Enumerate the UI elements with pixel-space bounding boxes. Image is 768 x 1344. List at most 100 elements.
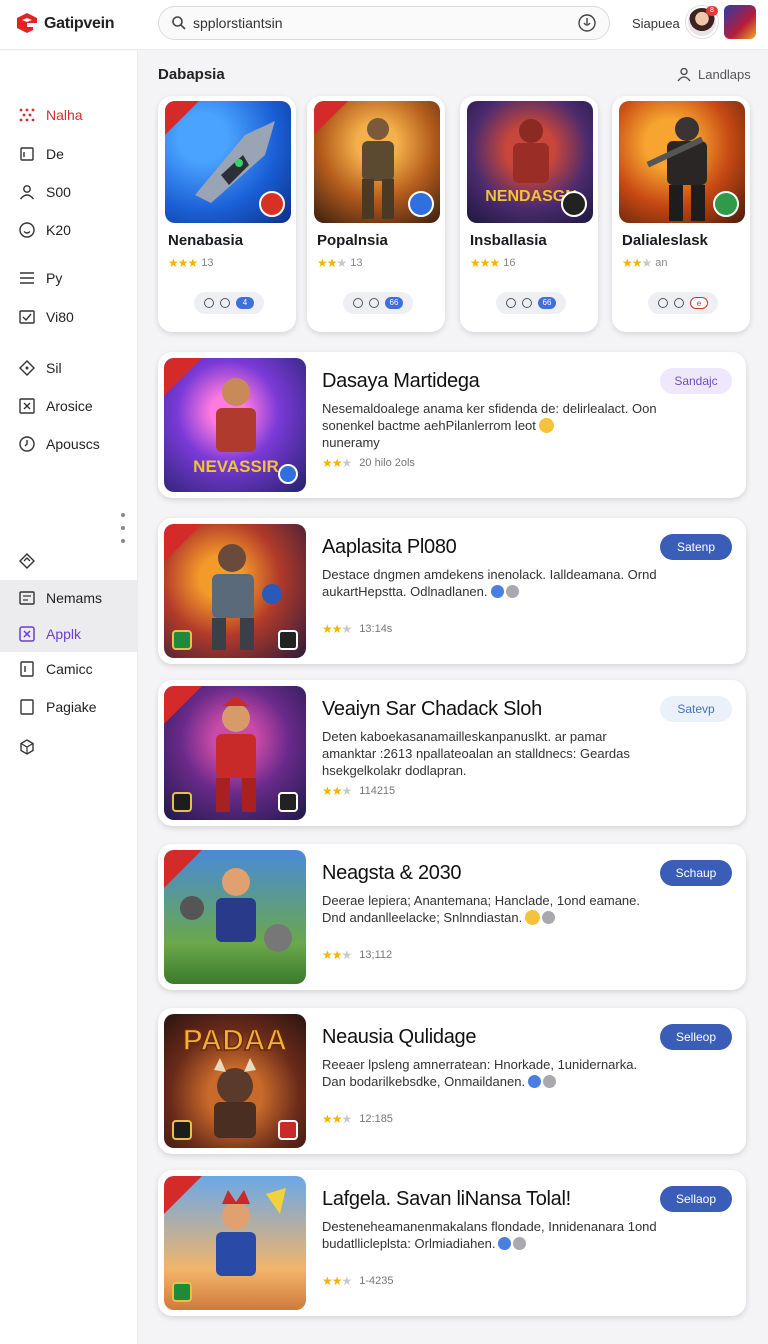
page-icon: [20, 699, 34, 715]
game-thumbnail: [314, 101, 440, 223]
description-text: Desteneheamanenmakalans flondade, Innide…: [322, 1219, 657, 1251]
card-action-button[interactable]: Selleop: [660, 1024, 732, 1050]
bookmark-icon: [20, 661, 34, 677]
grid-dots-icon: [19, 108, 35, 122]
sidebar-item-label: Py: [46, 270, 63, 286]
game-title: Veaiyn Sar Chadack Sloh: [322, 698, 542, 720]
voice-search-icon[interactable]: [577, 13, 597, 33]
more-options-icon[interactable]: [120, 511, 126, 545]
star-rating-icon: ★★★: [322, 1112, 352, 1126]
action-pill[interactable]: 4: [194, 292, 264, 314]
sidebar-item-cube[interactable]: [0, 729, 137, 765]
sidebar-item-label: Sil: [46, 360, 62, 376]
app-logo[interactable]: Gatipvein: [14, 11, 115, 37]
sidebar-item-camicc[interactable]: Camicc: [0, 651, 137, 687]
sidebar-item-applk[interactable]: Applk: [0, 616, 137, 652]
rating: ★★★ 16: [470, 256, 516, 270]
section-link[interactable]: Landlaps: [676, 66, 751, 82]
card-action-button[interactable]: Satenp: [660, 534, 732, 560]
user-name[interactable]: Siapuea: [632, 16, 680, 31]
emoji-icon: [525, 910, 541, 925]
star-rating-icon: ★★★: [322, 456, 352, 470]
game-list-card[interactable]: NEVASSIR Dasaya Martidega Nesemaldoalege…: [158, 352, 746, 498]
sidebar-item-arosice[interactable]: Arosice: [0, 388, 137, 424]
card-action-button[interactable]: Sellaop: [660, 1186, 732, 1212]
sidebar-item-de[interactable]: De: [0, 136, 137, 172]
menu-lines-icon: [20, 272, 34, 284]
featured-card[interactable]: NENDASGN Insballasia ★★★ 16 66: [460, 96, 598, 332]
card-action-button[interactable]: Satevp: [660, 696, 732, 722]
sidebar-item-label: Vi80: [46, 309, 74, 325]
search-bar[interactable]: [158, 6, 610, 40]
rating-count: 13: [201, 257, 214, 269]
game-thumbnail: [619, 101, 745, 223]
app-shortcut-icon[interactable]: [724, 5, 756, 39]
game-title: Lafgela. Savan liNansa Tolal!: [322, 1188, 571, 1210]
card-corner-ribbon: [164, 686, 202, 724]
game-list-card[interactable]: Neagsta & 2030 Deerae lepiera; Ananteman…: [158, 844, 746, 990]
featured-card[interactable]: Popalnsia ★★★ 13 66: [307, 96, 445, 332]
card-corner-ribbon: [164, 524, 202, 562]
featured-card[interactable]: Dalialeslask ★★★ an e: [612, 96, 750, 332]
app-badge-icon: [259, 191, 285, 217]
star-rating-icon: ★★★: [470, 256, 500, 270]
game-thumbnail: PADAA: [164, 1014, 306, 1148]
tag-icon: [19, 360, 35, 376]
card-corner-ribbon: [314, 101, 348, 135]
action-pill[interactable]: 66: [343, 292, 413, 314]
check-square-icon: [19, 310, 35, 324]
pill-tag: 4: [236, 297, 254, 309]
sidebar-item-nemams[interactable]: Nemams: [0, 580, 137, 616]
rating: ★★★ 12:185: [322, 1112, 393, 1126]
sidebar-item-label: Arosice: [46, 398, 93, 414]
rating-count: 16: [503, 257, 516, 269]
app-badge-icon: [561, 191, 587, 217]
description-text: Nesemaldoalege anama ker sfidenda de: de…: [322, 401, 657, 433]
sidebar-item-pagiake[interactable]: Pagiake: [0, 689, 137, 725]
sidebar-item-s00[interactable]: S00: [0, 174, 137, 210]
verified-icon: [498, 1237, 512, 1250]
action-pill[interactable]: 66: [496, 292, 566, 314]
action-pill[interactable]: e: [648, 292, 718, 314]
game-title: Aaplasita Pl080: [322, 536, 457, 558]
verified-icon: [490, 585, 504, 598]
sidebar-item-k20[interactable]: K20: [0, 212, 137, 248]
rating-text: 1-4235: [359, 1275, 394, 1287]
pill-tag: 66: [385, 297, 403, 309]
game-list-card[interactable]: Lafgela. Savan liNansa Tolal! Destenehea…: [158, 1170, 746, 1316]
search-input[interactable]: [193, 15, 577, 31]
card-corner-ribbon: [164, 1176, 202, 1214]
smile-icon: [19, 222, 35, 238]
game-description: Deten kaboekasanamailleskanpanuslkt. ar …: [322, 729, 630, 778]
featured-card[interactable]: Nenabasia ★★★ 13 4: [158, 96, 296, 332]
card-corner-ribbon: [164, 358, 202, 396]
app-badge-icon: [172, 792, 192, 812]
sidebar-item-vi80[interactable]: Vi80: [0, 299, 137, 335]
sidebar-item-label: Nemams: [46, 590, 103, 606]
game-thumbnail: NENDASGN: [467, 101, 593, 223]
sidebar-item-diamond[interactable]: [0, 543, 137, 579]
rating: ★★★ 20 hilo 2ols: [322, 456, 415, 470]
cube-icon: [20, 739, 34, 755]
game-title: Dasaya Martidega: [322, 370, 480, 392]
game-list-card[interactable]: Veaiyn Sar Chadack Sloh Deten kaboekasan…: [158, 680, 746, 826]
sidebar-item-label: S00: [46, 184, 71, 200]
star-rating-icon: ★★★: [322, 622, 352, 636]
game-list-card[interactable]: PADAA Neausia Qulidage Reeaer lpsleng am…: [158, 1008, 746, 1154]
game-list-card[interactable]: Aaplasita Pl080 Destace dngmen amdekens …: [158, 518, 746, 664]
sidebar-item-sil[interactable]: Sil: [0, 350, 137, 386]
sidebar-item-apouscs[interactable]: Apouscs: [0, 426, 137, 462]
description-text-2: nuneramy: [322, 435, 380, 450]
rating: ★★★ 114215: [322, 784, 395, 798]
sidebar-item-nalha[interactable]: Nalha: [0, 97, 137, 133]
card-action-button[interactable]: Schaup: [660, 860, 732, 886]
diamond-icon: [19, 553, 35, 569]
game-description: Destace dngmen amdekens inenolack. Ialld…: [322, 566, 662, 600]
rating-text: 13:14s: [359, 623, 393, 635]
sidebar-item-label: Pagiake: [46, 699, 97, 715]
card-action-button[interactable]: Sandajc: [660, 368, 732, 394]
sidebar-item-py[interactable]: Py: [0, 260, 137, 296]
logo-text: Gatipvein: [44, 15, 115, 32]
rank-badge-icon: [278, 1120, 298, 1140]
game-title: Neagsta & 2030: [322, 862, 462, 884]
